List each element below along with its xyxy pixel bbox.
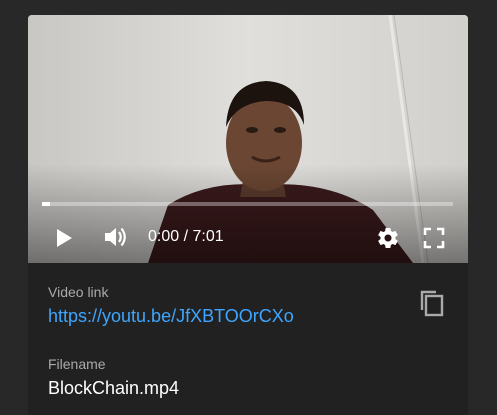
copy-link-button[interactable] xyxy=(416,287,448,319)
play-button[interactable] xyxy=(52,226,76,250)
video-player[interactable]: 0:00 / 7:01 xyxy=(28,15,468,263)
filename-label: Filename xyxy=(48,356,106,372)
settings-button[interactable] xyxy=(375,225,401,251)
fullscreen-button[interactable] xyxy=(421,225,447,251)
copy-icon xyxy=(420,290,444,317)
fullscreen-icon xyxy=(423,227,445,249)
progress-bar-fill xyxy=(42,202,51,206)
video-link-label: Video link xyxy=(48,284,109,300)
volume-icon xyxy=(105,227,126,247)
progress-bar[interactable] xyxy=(42,202,453,206)
play-icon xyxy=(57,229,72,247)
time-display: 0:00 / 7:01 xyxy=(148,228,224,245)
volume-button[interactable] xyxy=(101,224,131,250)
gear-icon xyxy=(378,228,398,249)
filename-value: BlockChain.mp4 xyxy=(48,378,180,398)
video-details-card: 0:00 / 7:01 Video link https://youtu.be/… xyxy=(28,15,468,415)
video-frame xyxy=(28,15,468,263)
video-link[interactable]: https://youtu.be/JfXBTOOrCXo xyxy=(48,305,294,327)
video-details: Video link https://youtu.be/JfXBTOOrCXo … xyxy=(28,263,468,415)
